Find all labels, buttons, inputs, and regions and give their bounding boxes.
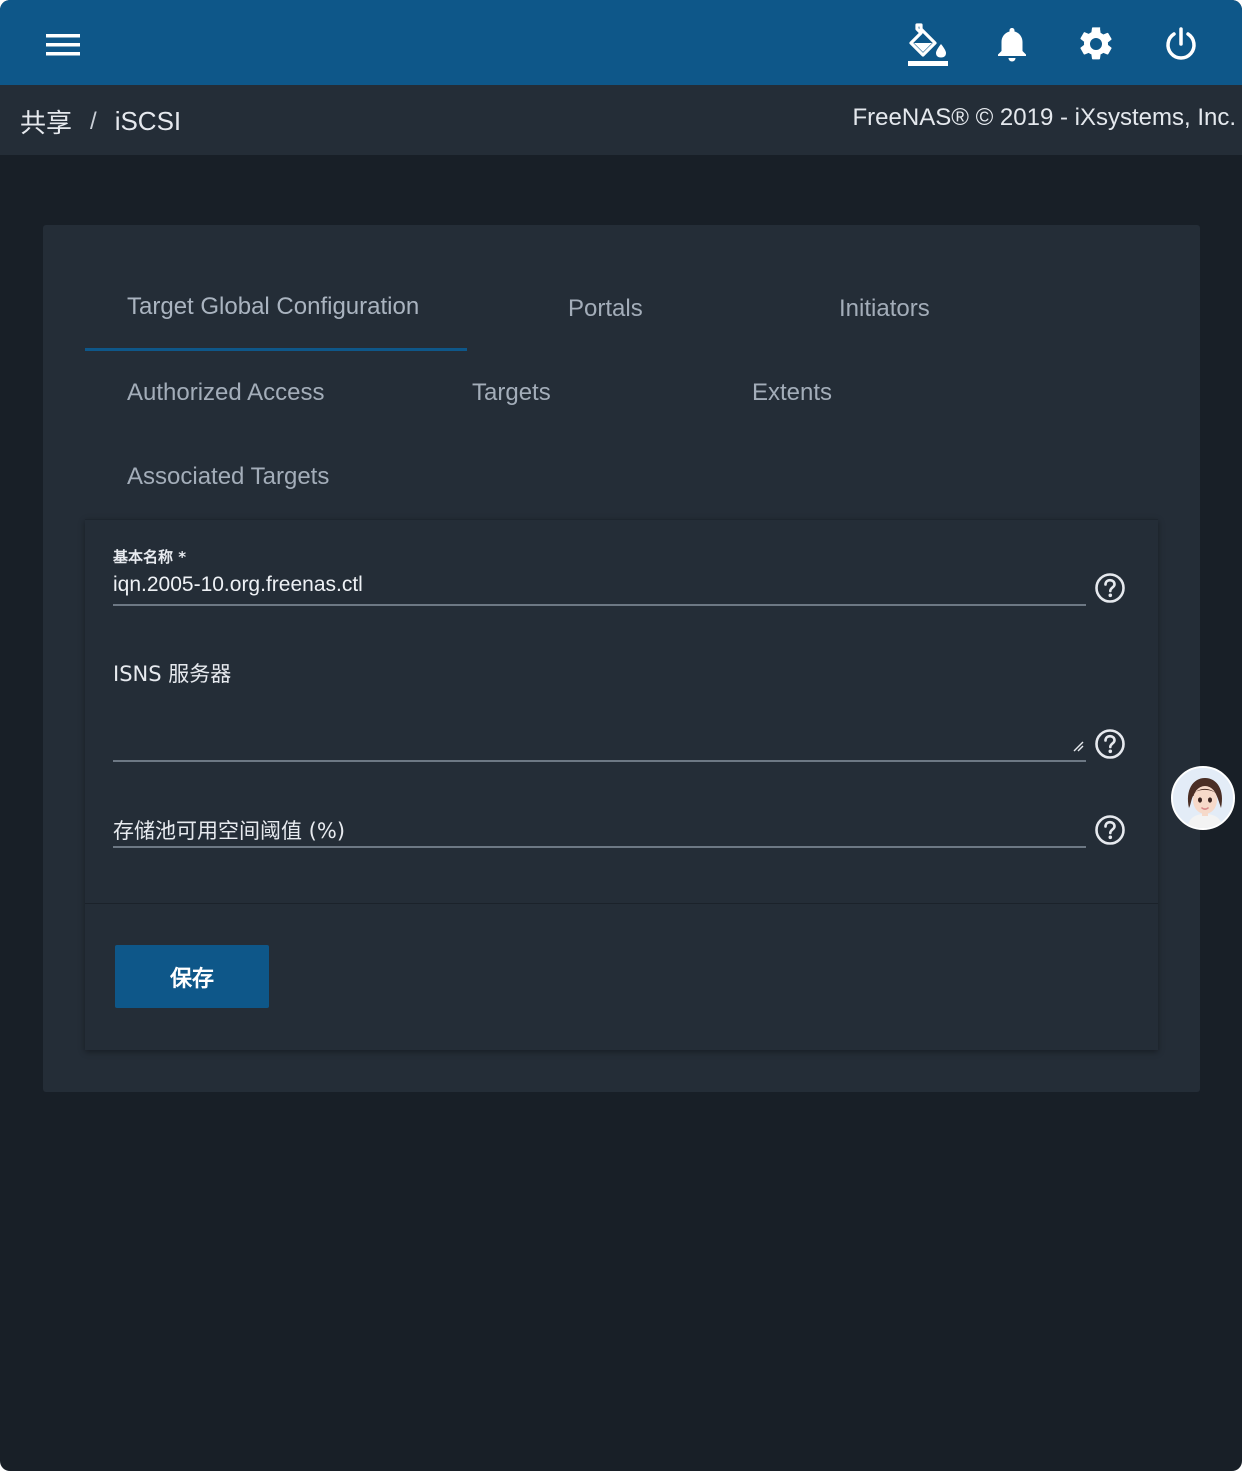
help-icon <box>1095 729 1125 759</box>
isns-servers-underline <box>113 760 1086 762</box>
power-button[interactable] <box>1155 18 1207 70</box>
tab-authorized-access[interactable]: Authorized Access <box>127 379 324 407</box>
isns-servers-help-button[interactable] <box>1094 728 1126 760</box>
notifications-button[interactable] <box>988 18 1036 70</box>
base-name-label: 基本名称 * <box>113 548 187 566</box>
resize-grip-icon[interactable] <box>1072 740 1084 752</box>
pool-threshold-input[interactable] <box>360 812 1060 836</box>
tab-targets[interactable]: Targets <box>472 379 551 407</box>
power-icon <box>1166 27 1196 60</box>
base-name-input[interactable] <box>113 573 1073 597</box>
breadcrumb: 共享 / iSCSI <box>20 103 181 140</box>
tab-initiators[interactable]: Initiators <box>839 295 930 323</box>
base-name-underline <box>113 604 1086 606</box>
base-name-help-button[interactable] <box>1094 572 1126 604</box>
bell-icon <box>998 28 1026 62</box>
tab-portals[interactable]: Portals <box>568 295 643 323</box>
app-window: 共享 / iSCSI FreeNAS® © 2019 - iXsystems, … <box>0 0 1242 1471</box>
assistant-avatar[interactable] <box>1171 766 1235 830</box>
menu-button[interactable] <box>38 22 88 68</box>
isns-servers-label: ISNS 服务器 <box>113 662 232 686</box>
settings-button[interactable] <box>1070 18 1122 70</box>
pool-threshold-underline <box>113 846 1086 848</box>
tab-associated-targets[interactable]: Associated Targets <box>127 463 329 491</box>
gear-icon <box>1080 27 1112 60</box>
pool-threshold-help-button[interactable] <box>1094 814 1126 846</box>
theme-paint-icon <box>908 23 948 66</box>
help-icon <box>1095 573 1125 603</box>
avatar-portrait-icon <box>1173 768 1233 828</box>
breadcrumb-parent[interactable]: 共享 <box>20 103 72 140</box>
help-icon <box>1095 815 1125 845</box>
tab-target-global-configuration[interactable]: Target Global Configuration <box>127 293 419 321</box>
breadcrumb-separator: / <box>90 107 97 135</box>
copyright-text: FreeNAS® © 2019 - iXsystems, Inc. <box>852 104 1236 131</box>
active-tab-indicator <box>85 348 467 351</box>
menu-icon <box>46 34 80 56</box>
form-divider <box>85 903 1158 904</box>
tab-extents[interactable]: Extents <box>752 379 832 407</box>
theme-button[interactable] <box>900 18 956 70</box>
isns-servers-textarea[interactable] <box>113 700 1086 760</box>
save-button[interactable]: 保存 <box>115 945 269 1008</box>
breadcrumb-current: iSCSI <box>114 106 182 136</box>
top-toolbar <box>0 0 1242 85</box>
pool-threshold-label: 存储池可用空间阈值 (%) <box>113 819 346 843</box>
